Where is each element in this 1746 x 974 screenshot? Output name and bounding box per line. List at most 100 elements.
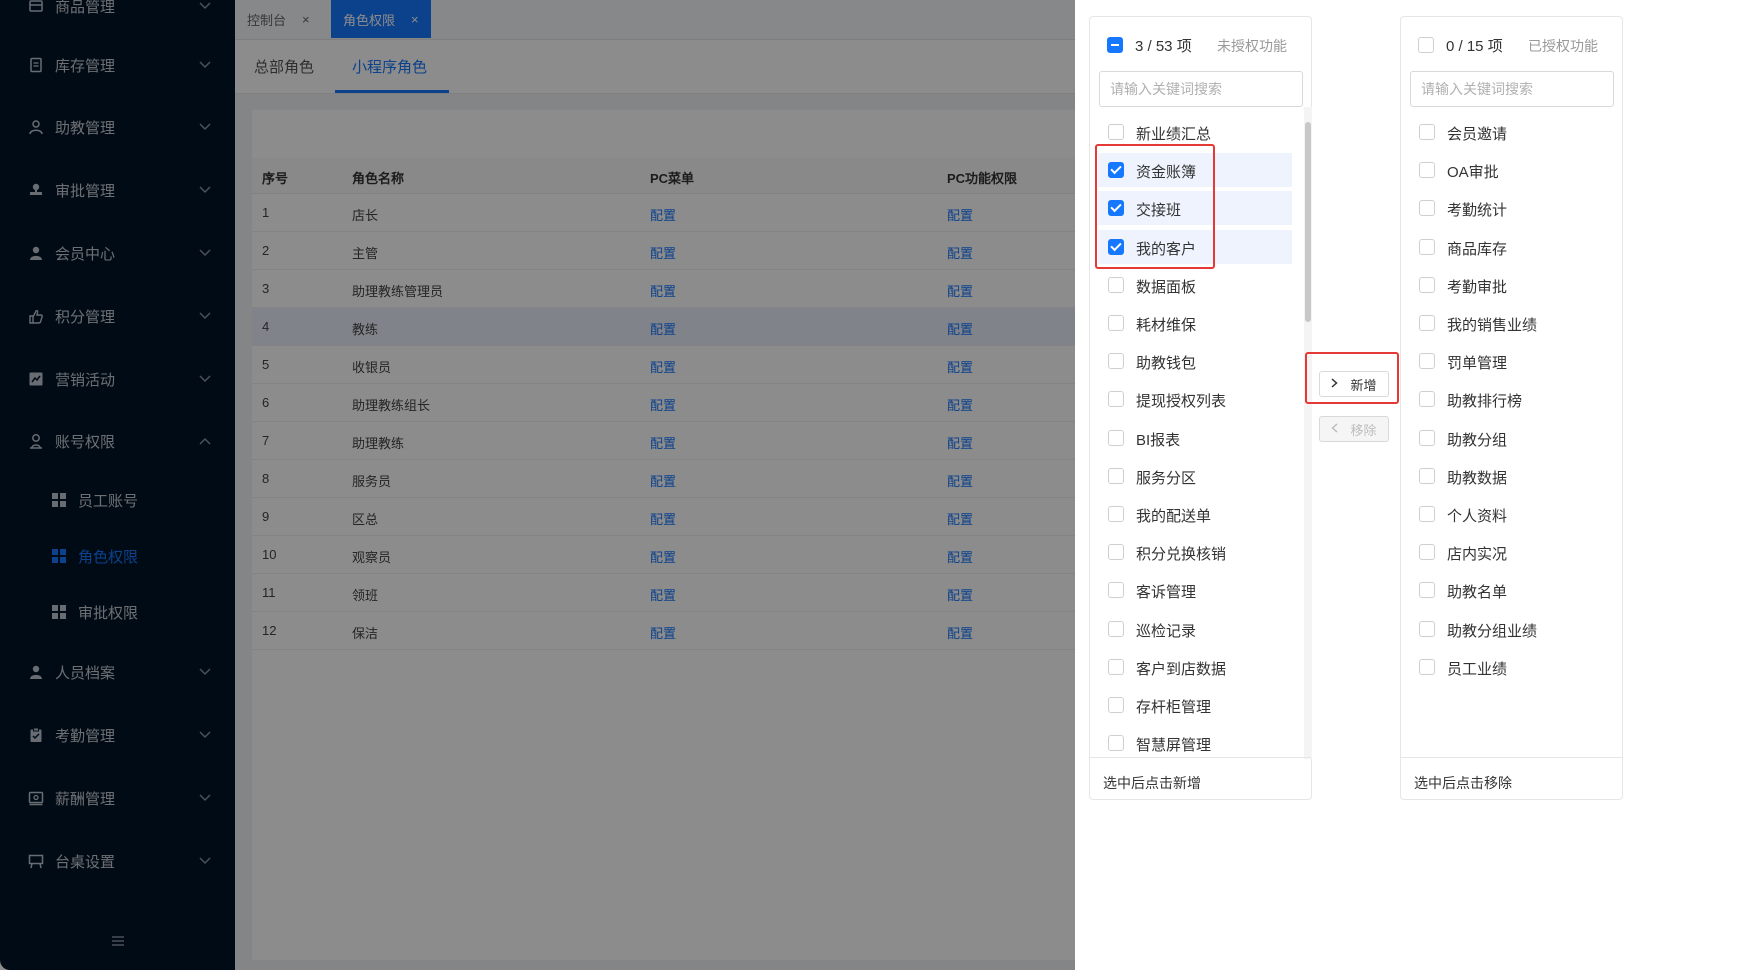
list-item[interactable]: 罚单管理	[1409, 344, 1603, 378]
unauthorized-panel: 3 / 53 项 未授权功能 新业绩汇总资金账簿交接班我的客户数据面板耗材维保助…	[1089, 16, 1312, 800]
select-all-checkbox[interactable]	[1418, 37, 1434, 53]
item-label: 助教分组	[1447, 431, 1508, 449]
list-item[interactable]: 员工业绩	[1409, 650, 1603, 684]
list-item[interactable]: 服务分区	[1098, 459, 1292, 493]
item-label: 店内实况	[1447, 546, 1508, 564]
list-item[interactable]: 会员邀请	[1409, 115, 1603, 149]
item-label: 耗材维保	[1136, 317, 1197, 334]
list-item[interactable]: 巡检记录	[1098, 612, 1292, 646]
panel-footer: 选中后点击移除	[1401, 757, 1622, 801]
item-checkbox[interactable]	[1419, 467, 1435, 484]
list-item[interactable]: 我的销售业绩	[1409, 306, 1603, 340]
item-checkbox[interactable]	[1419, 353, 1435, 370]
item-label: 客户到店数据	[1136, 660, 1227, 678]
list-item[interactable]: 智慧屏管理	[1098, 726, 1292, 757]
item-checkbox[interactable]	[1419, 582, 1435, 599]
search-input[interactable]	[1410, 71, 1614, 107]
item-checkbox[interactable]	[1419, 658, 1435, 675]
item-checkbox[interactable]	[1108, 391, 1124, 408]
remove-label: 移除	[1350, 422, 1377, 438]
item-label: OA审批	[1447, 164, 1499, 182]
item-label: 服务分区	[1136, 469, 1197, 487]
list-item[interactable]: 考勤统计	[1409, 191, 1603, 225]
list-item[interactable]: 助教名单	[1409, 573, 1603, 607]
item-checkbox[interactable]	[1108, 620, 1124, 637]
item-checkbox[interactable]	[1419, 620, 1435, 637]
item-checkbox[interactable]	[1108, 353, 1124, 370]
item-checkbox[interactable]	[1419, 315, 1435, 331]
list-item[interactable]: 数据面板	[1098, 268, 1292, 302]
item-label: 考勤审批	[1447, 278, 1508, 296]
item-checkbox[interactable]	[1419, 506, 1435, 522]
list-item[interactable]: 个人资料	[1409, 497, 1603, 531]
panel-footer: 选中后点击新增	[1090, 757, 1311, 801]
item-label: 我的销售业绩	[1447, 317, 1538, 334]
unauthorized-list: 新业绩汇总资金账簿交接班我的客户数据面板耗材维保助教钱包提现授权列表 BI报表服务…	[1090, 115, 1311, 757]
list-item[interactable]: 积分兑换核销	[1098, 535, 1292, 569]
remove-button[interactable]: 移除	[1319, 416, 1389, 442]
list-item[interactable]: 资金账簿	[1098, 153, 1292, 188]
list-item[interactable]: 我的配送单	[1098, 497, 1292, 531]
item-checkbox[interactable]	[1108, 124, 1124, 140]
item-checkbox[interactable]	[1108, 735, 1124, 752]
list-item[interactable]: 提现授权列表	[1098, 382, 1292, 416]
list-item[interactable]: 客诉管理	[1098, 573, 1292, 607]
item-checkbox[interactable]	[1108, 429, 1124, 446]
item-checkbox[interactable]	[1419, 391, 1435, 408]
item-checkbox[interactable]	[1108, 276, 1124, 293]
list-item[interactable]: 客户到店数据	[1098, 650, 1292, 684]
item-label: 员工业绩	[1447, 660, 1508, 678]
item-label: 个人资料	[1447, 508, 1508, 525]
item-checkbox[interactable]	[1419, 544, 1435, 561]
list-item[interactable]: 存杆柜管理	[1098, 688, 1292, 722]
add-button[interactable]: 新增	[1319, 371, 1389, 397]
item-checkbox[interactable]	[1108, 658, 1124, 675]
item-checkbox[interactable]	[1108, 162, 1124, 179]
list-item[interactable]: 助教数据	[1409, 459, 1603, 493]
list-item[interactable]: BI报表	[1098, 421, 1292, 455]
modal-mask[interactable]	[0, 0, 1075, 970]
list-item[interactable]: 助教分组	[1409, 421, 1603, 455]
list-item[interactable]: 耗材维保	[1098, 306, 1292, 340]
item-checkbox[interactable]	[1419, 429, 1435, 446]
item-label: 助教名单	[1447, 584, 1508, 602]
item-checkbox[interactable]	[1419, 200, 1435, 217]
list-item[interactable]: 新业绩汇总	[1098, 115, 1292, 149]
item-checkbox[interactable]	[1108, 544, 1124, 561]
item-checkbox[interactable]	[1108, 467, 1124, 484]
select-all-checkbox[interactable]	[1107, 37, 1123, 53]
item-checkbox[interactable]	[1419, 276, 1435, 293]
list-item[interactable]: 店内实况	[1409, 535, 1603, 569]
footer-hint: 选中后点击移除	[1414, 775, 1512, 791]
list-item[interactable]: 助教钱包	[1098, 344, 1292, 378]
item-label: 考勤统计	[1447, 202, 1508, 220]
item-checkbox[interactable]	[1419, 162, 1435, 179]
list-item[interactable]: OA审批	[1409, 153, 1603, 187]
item-label: 存杆柜管理	[1136, 699, 1212, 716]
list-item[interactable]: 交接班	[1098, 191, 1292, 226]
list-item[interactable]: 助教分组业绩	[1409, 612, 1603, 646]
item-checkbox[interactable]	[1108, 506, 1124, 522]
list-item[interactable]: 考勤审批	[1409, 268, 1603, 302]
item-checkbox[interactable]	[1108, 200, 1124, 217]
list-item[interactable]: 我的客户	[1098, 229, 1292, 264]
list-item[interactable]: 商品库存	[1409, 230, 1603, 264]
item-label: 提现授权列表	[1136, 393, 1227, 411]
list-item[interactable]: 助教排行榜	[1409, 382, 1603, 416]
scrollbar-thumb[interactable]	[1305, 122, 1311, 322]
item-label: 资金账簿	[1136, 164, 1197, 182]
item-checkbox[interactable]	[1108, 582, 1124, 599]
authorized-list: 会员邀请 OA审批考勤统计商品库存考勤审批我的销售业绩罚单管理助教排行榜助教分组助…	[1401, 115, 1622, 757]
item-label: 我的客户	[1136, 240, 1197, 258]
item-checkbox[interactable]	[1419, 124, 1435, 140]
search-input[interactable]	[1099, 71, 1303, 107]
item-label: 数据面板	[1136, 278, 1197, 296]
selection-count: 0 / 15 项	[1446, 38, 1503, 55]
item-checkbox[interactable]	[1419, 238, 1435, 255]
item-label: 助教钱包	[1136, 355, 1197, 373]
item-checkbox[interactable]	[1108, 697, 1124, 713]
item-checkbox[interactable]	[1108, 238, 1124, 255]
item-label: 助教数据	[1447, 469, 1508, 487]
authorized-panel: 0 / 15 项 已授权功能 会员邀请 OA审批考勤统计商品库存考勤审批我的销售业…	[1400, 16, 1623, 800]
item-checkbox[interactable]	[1108, 315, 1124, 331]
